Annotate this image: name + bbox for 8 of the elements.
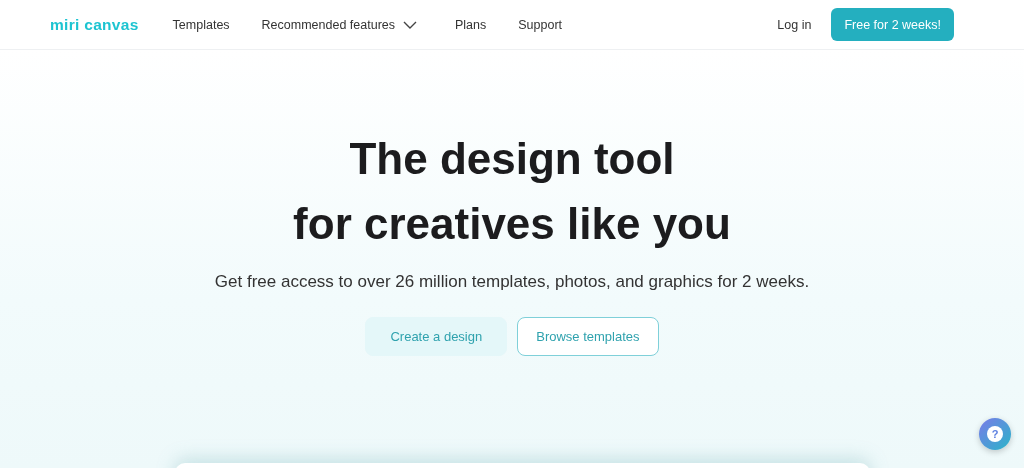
hero-title: The design tool for creatives like you: [293, 133, 731, 250]
nav-link[interactable]: Templates: [172, 13, 230, 36]
login-link[interactable]: Log in: [777, 13, 812, 36]
nav-link[interactable]: Plans: [455, 13, 487, 36]
help-button[interactable]: ?: [979, 418, 1011, 450]
nav-link[interactable]: Support: [518, 13, 563, 36]
hero-subtitle: Get free access to over 26 million templates, photos, and graphics for 2 weeks.: [214, 272, 810, 292]
nav-dropdown[interactable]: Recommended features: [261, 13, 417, 36]
